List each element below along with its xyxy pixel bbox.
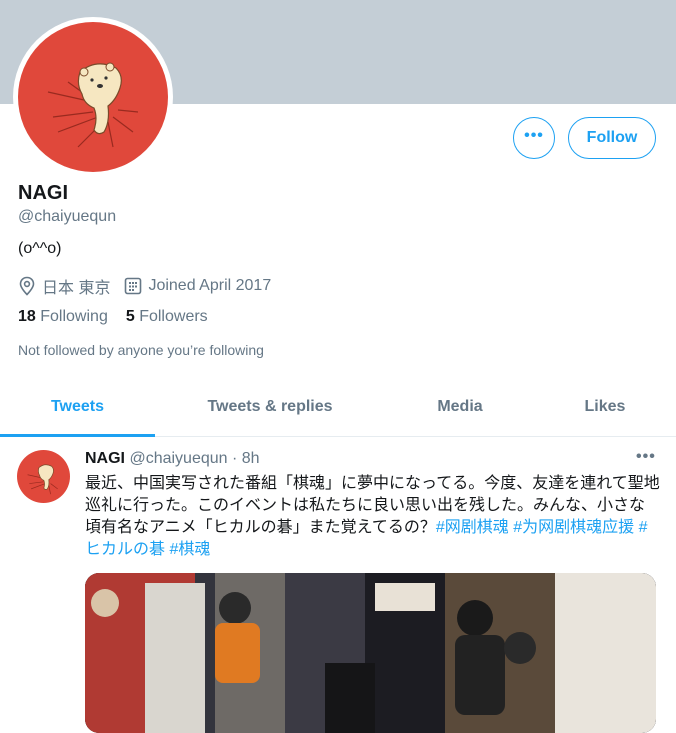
more-options-button[interactable]: ••• bbox=[513, 117, 555, 159]
tab-tweets-and-replies[interactable]: Tweets & replies bbox=[180, 382, 360, 434]
profile-location: 日本 東京 bbox=[42, 280, 111, 297]
profile-handle: @chaiyuequn bbox=[18, 208, 117, 225]
location-pin-icon bbox=[19, 276, 35, 296]
profile-tabs: Tweets Tweets & replies Media Likes bbox=[0, 382, 676, 437]
profile-meta: 日本 東京 Joined April 2017 bbox=[18, 274, 271, 298]
polar-bear-avatar-icon bbox=[47, 62, 139, 148]
tweet-media-photo[interactable] bbox=[85, 573, 656, 733]
tweet-timestamp[interactable]: 8h bbox=[242, 450, 260, 467]
hashtag-link[interactable]: #网剧棋魂 bbox=[436, 519, 509, 536]
followers-label: Followers bbox=[139, 308, 208, 325]
tweet-more-button[interactable]: ••• bbox=[636, 448, 656, 466]
tweet-header: NAGI @chaiyuequn · 8h bbox=[85, 450, 260, 468]
following-label: Following bbox=[40, 308, 108, 325]
follow-button[interactable]: Follow bbox=[568, 117, 656, 159]
tweet-avatar[interactable] bbox=[17, 450, 70, 503]
polar-bear-avatar-icon bbox=[27, 464, 58, 495]
followers-count: 5 bbox=[125, 308, 135, 325]
hashtag-link[interactable]: #为网剧棋魂应援 bbox=[513, 519, 634, 536]
profile-avatar[interactable] bbox=[18, 22, 168, 172]
photo-image bbox=[85, 573, 656, 733]
tweet-dot-separator: · bbox=[232, 450, 238, 467]
tweet-author-name[interactable]: NAGI bbox=[85, 450, 125, 467]
tab-media[interactable]: Media bbox=[400, 382, 520, 434]
following-link[interactable]: 18 Following bbox=[18, 308, 108, 325]
tab-tweets[interactable]: Tweets bbox=[0, 382, 155, 437]
tweet-author-handle[interactable]: @chaiyuequn bbox=[129, 450, 227, 467]
profile-bio: (o^^o) bbox=[18, 240, 62, 257]
profile-name: NAGI bbox=[18, 182, 68, 204]
calendar-icon bbox=[125, 277, 142, 295]
profile-stats: 18 Following 5 Followers bbox=[18, 308, 208, 326]
followers-link[interactable]: 5 Followers bbox=[126, 308, 208, 325]
tab-likes[interactable]: Likes bbox=[560, 382, 650, 434]
hashtag-link[interactable]: #棋魂 bbox=[169, 541, 210, 558]
profile-joined: Joined April 2017 bbox=[148, 277, 272, 294]
following-count: 18 bbox=[18, 308, 36, 325]
tweet-text: 最近、中国実写された番組「棋魂」に夢中になってる。今度、友達を連れて聖地巡礼に行… bbox=[85, 473, 660, 561]
not-followed-note: Not followed by anyone you’re following bbox=[18, 342, 264, 358]
profile-avatar-frame bbox=[13, 17, 173, 177]
